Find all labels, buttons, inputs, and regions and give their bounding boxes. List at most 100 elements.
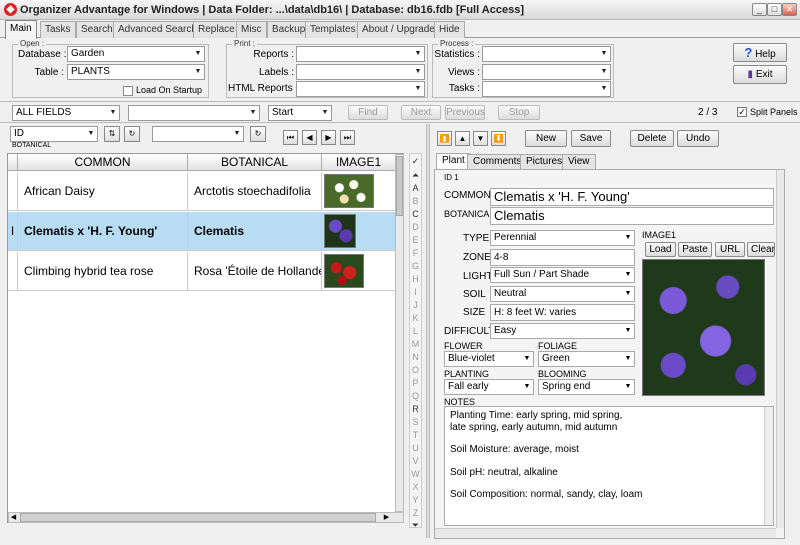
alpha-index-k[interactable]: K xyxy=(410,312,421,324)
tab-pictures[interactable]: Pictures xyxy=(520,154,569,169)
html-reports-select[interactable]: ▼ xyxy=(296,81,425,97)
alpha-index-e[interactable]: E xyxy=(410,234,421,246)
first-record-icon[interactable]: ⏮ xyxy=(283,130,298,145)
form-vertical-scrollbar[interactable] xyxy=(776,170,784,528)
move-up-icon[interactable]: ▲ xyxy=(455,131,470,146)
refresh-icon[interactable]: ↻ xyxy=(250,126,266,142)
search-start-select[interactable]: Start ▼ xyxy=(268,105,332,121)
maximize-button[interactable]: □ xyxy=(767,3,782,16)
tab-replace[interactable]: Replace xyxy=(193,21,240,38)
blooming-select[interactable]: Spring end ▼ xyxy=(538,379,635,395)
planting-select[interactable]: Fall early ▼ xyxy=(444,379,534,395)
column-header-botanical[interactable]: BOTANICAL xyxy=(188,154,322,171)
flower-select[interactable]: Blue-violet ▼ xyxy=(444,351,534,367)
alpha-index-b[interactable]: B xyxy=(410,195,421,207)
scroll-right-icon[interactable]: ▶ xyxy=(382,513,391,522)
table-row[interactable]: Climbing hybrid tea rose Rosa 'Étoile de… xyxy=(8,252,396,291)
tab-comments[interactable]: Comments xyxy=(467,154,528,169)
search-field-select[interactable]: ALL FIELDS ▼ xyxy=(12,105,120,121)
alpha-index-q[interactable]: Q xyxy=(410,390,421,402)
alpha-index-d[interactable]: D xyxy=(410,221,421,233)
grid-hscroll-thumb[interactable] xyxy=(20,513,376,522)
difficulty-select[interactable]: Easy ▼ xyxy=(490,323,635,339)
sort-order-icon[interactable]: ⇅ xyxy=(104,126,120,142)
alpha-index-f[interactable]: F xyxy=(410,247,421,259)
alpha-index-top-icon[interactable]: ⏶ xyxy=(410,169,421,181)
tasks-select[interactable]: ▼ xyxy=(482,81,611,97)
alpha-index-o[interactable]: O xyxy=(410,364,421,376)
alpha-index-h[interactable]: H xyxy=(410,273,421,285)
foliage-select[interactable]: Green ▼ xyxy=(538,351,635,367)
tab-templates[interactable]: Templates xyxy=(305,21,361,38)
image-paste-button[interactable]: Paste xyxy=(678,242,712,257)
minimize-button[interactable]: _ xyxy=(752,3,767,16)
alpha-index-n[interactable]: N xyxy=(410,351,421,363)
tab-about-upgrade[interactable]: About / Upgrade xyxy=(357,21,440,38)
form-horizontal-scrollbar[interactable] xyxy=(435,528,776,538)
delete-record-button[interactable]: Delete xyxy=(630,130,674,147)
move-last-icon[interactable]: ⏬ xyxy=(491,131,506,146)
search-text-input[interactable]: ▼ xyxy=(128,105,260,121)
tab-search[interactable]: Search xyxy=(76,21,118,38)
alpha-index-x[interactable]: X xyxy=(410,481,421,493)
alpha-index-j[interactable]: J xyxy=(410,299,421,311)
alpha-index-u[interactable]: U xyxy=(410,442,421,454)
tab-hide[interactable]: Hide xyxy=(434,21,465,38)
size-field[interactable]: H: 8 feet W: varies xyxy=(490,304,635,321)
image-url-button[interactable]: URL xyxy=(715,242,745,257)
refresh-icon[interactable]: ↻ xyxy=(124,126,140,142)
alpha-index-s[interactable]: S xyxy=(410,416,421,428)
last-record-icon[interactable]: ⏭ xyxy=(340,130,355,145)
grid-scroll-thumb[interactable] xyxy=(396,156,403,216)
close-button[interactable]: ✕ xyxy=(782,3,797,16)
alpha-index-r[interactable]: R xyxy=(410,403,421,415)
tab-tasks[interactable]: Tasks xyxy=(40,21,76,38)
table-row[interactable]: African Daisy Arctotis stoechadifolia xyxy=(8,172,396,211)
prev-record-icon[interactable]: ◀ xyxy=(302,130,317,145)
labels-select[interactable]: ▼ xyxy=(296,64,425,80)
alpha-index-z[interactable]: Z xyxy=(410,507,421,519)
alpha-index-p[interactable]: P xyxy=(410,377,421,389)
alpha-index-a[interactable]: A xyxy=(410,182,421,194)
scroll-left-icon[interactable]: ◀ xyxy=(9,513,18,522)
database-select[interactable]: Garden ▼ xyxy=(67,46,205,62)
next-record-icon[interactable]: ▶ xyxy=(321,130,336,145)
help-button[interactable]: ? Help xyxy=(733,43,787,62)
reports-select[interactable]: ▼ xyxy=(296,46,425,62)
alpha-index-m[interactable]: M xyxy=(410,338,421,350)
tab-view[interactable]: View xyxy=(562,154,596,169)
stop-button[interactable]: Stop xyxy=(498,105,540,120)
type-select[interactable]: Perennial ▼ xyxy=(490,230,635,246)
load-on-startup-checkbox[interactable] xyxy=(123,86,133,96)
table-row-selected[interactable]: I Clematis x 'H. F. Young' Clematis xyxy=(8,212,396,251)
move-first-icon[interactable]: ⏫ xyxy=(437,131,452,146)
move-down-icon[interactable]: ▼ xyxy=(473,131,488,146)
alpha-index-l[interactable]: L xyxy=(410,325,421,337)
undo-button[interactable]: Undo xyxy=(677,130,719,147)
exit-button[interactable]: ▮ Exit xyxy=(733,65,787,84)
filter-select[interactable]: ▼ xyxy=(152,126,244,142)
notes-textarea[interactable]: Planting Time: early spring, mid spring,… xyxy=(444,406,774,526)
views-select[interactable]: ▼ xyxy=(482,64,611,80)
new-record-button[interactable]: New xyxy=(525,130,567,147)
statistics-select[interactable]: ▼ xyxy=(482,46,611,62)
common-field[interactable]: Clematis x 'H. F. Young' xyxy=(490,188,774,206)
light-select[interactable]: Full Sun / Part Shade ▼ xyxy=(490,267,635,283)
table-select[interactable]: PLANTS ▼ xyxy=(67,64,205,80)
alpha-index-c[interactable]: C xyxy=(410,208,421,220)
tab-advanced-search[interactable]: Advanced Search xyxy=(113,21,202,38)
tab-misc[interactable]: Misc xyxy=(236,21,267,38)
split-panels-checkbox[interactable]: ✓ xyxy=(737,107,747,117)
tab-main[interactable]: Main xyxy=(5,20,37,39)
sort-field-select[interactable]: ID ▼ xyxy=(10,126,98,142)
notes-scrollbar[interactable] xyxy=(764,407,773,525)
tab-plant[interactable]: Plant xyxy=(436,153,471,170)
save-record-button[interactable]: Save xyxy=(571,130,611,147)
image-clear-button[interactable]: Clear xyxy=(747,242,775,257)
alpha-index-bottom-icon[interactable]: ⏷ xyxy=(410,519,421,531)
soil-select[interactable]: Neutral ▼ xyxy=(490,286,635,302)
alpha-index-t[interactable]: T xyxy=(410,429,421,441)
column-header-image1[interactable]: IMAGE1 xyxy=(322,154,396,171)
alpha-index-y[interactable]: Y xyxy=(410,494,421,506)
alpha-index-g[interactable]: G xyxy=(410,260,421,272)
